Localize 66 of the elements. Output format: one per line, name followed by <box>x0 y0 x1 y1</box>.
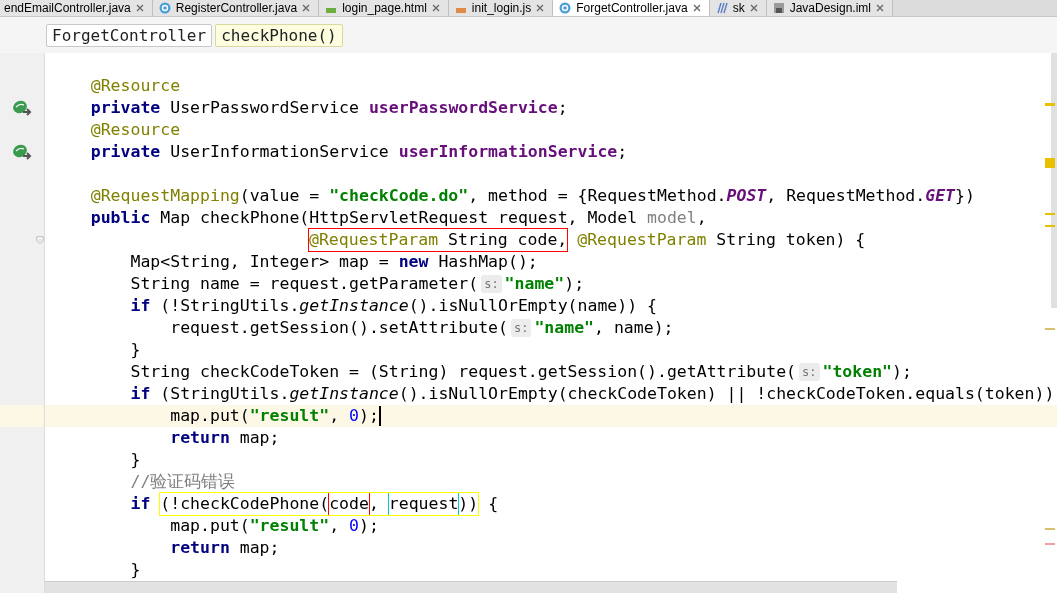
horizontal-scrollbar[interactable] <box>45 581 897 593</box>
code-text: "token"); <box>822 361 912 383</box>
code-text: (!checkCodePhone( <box>160 493 330 515</box>
text-caret <box>378 406 381 426</box>
code-text: if <box>129 493 152 515</box>
code-text: if (StringUtils.getInstance().isNullOrEmpty(checkCodeToken) || !checkCodeToken.equals(token)) <box>129 383 1055 405</box>
class-file-icon <box>158 2 171 14</box>
editor-tab[interactable]: sk <box>709 0 767 16</box>
code-text: map.put("result", 0); <box>169 515 379 537</box>
close-icon[interactable] <box>135 4 144 12</box>
code-text: @RequestParam String code, <box>309 229 568 251</box>
code-text: , <box>368 493 380 515</box>
code-text: public Map checkPhone(HttpServletRequest request, Model model, <box>89 207 707 229</box>
error-stripe-mark[interactable] <box>1045 528 1055 530</box>
parameter-hint: s: <box>481 275 502 293</box>
code-text: @Resource <box>89 75 181 97</box>
editor-tab[interactable]: RegisterController.java <box>152 0 320 16</box>
close-icon[interactable] <box>876 4 884 12</box>
stripes-icon <box>715 2 728 14</box>
code-text: } <box>129 339 141 361</box>
bean-navigation-icon[interactable] <box>12 99 32 117</box>
error-stripe-mark[interactable] <box>1045 158 1055 168</box>
code-text: private UserInformationService userInformationService; <box>89 141 628 163</box>
code-text: "name", name); <box>534 317 674 339</box>
close-icon[interactable] <box>749 4 758 12</box>
code-text: )) <box>458 493 479 515</box>
parameter-hint: s: <box>799 363 820 381</box>
parameter-hint: s: <box>510 319 532 337</box>
code-text: { <box>487 493 499 515</box>
error-stripe-mark[interactable] <box>1045 328 1055 330</box>
error-stripe-mark[interactable] <box>1045 543 1055 545</box>
vertical-scrollbar[interactable] <box>1051 53 1057 308</box>
code-text: @Resource <box>89 119 181 141</box>
code-text: code <box>329 493 369 515</box>
code-text: return map; <box>169 537 280 559</box>
code-text: map.put("result", 0); <box>169 405 379 427</box>
code-text: @RequestMapping(value = "checkCode.do", method = {RequestMethod.POST, RequestMethod.GET}) <box>89 185 975 207</box>
module-file-icon <box>772 2 785 14</box>
code-text: //验证码错误 <box>129 471 236 493</box>
code-text: "name"); <box>504 273 585 295</box>
code-text: } <box>129 449 141 471</box>
editor-tab[interactable]: init_login.js <box>448 0 554 16</box>
close-icon[interactable] <box>302 4 311 12</box>
close-icon[interactable] <box>692 4 701 12</box>
code-text: } <box>129 559 141 581</box>
code-text: String checkCodeToken = (String) request.getSession().getAttribute( <box>129 361 797 383</box>
code-text: request.getSession().setAttribute( <box>169 317 508 339</box>
code-text: private UserPasswordService userPasswordService; <box>89 97 568 119</box>
close-icon[interactable] <box>536 4 545 12</box>
editor-tab[interactable]: ForgetController.java <box>553 0 710 16</box>
close-icon[interactable] <box>431 4 440 12</box>
bean-navigation-icon[interactable] <box>12 143 32 161</box>
code-text: String name = request.getParameter( <box>129 273 479 295</box>
code-text: request <box>388 493 459 515</box>
class-file-icon <box>559 2 572 14</box>
breadcrumb-item[interactable]: ForgetController <box>46 23 213 47</box>
editor-tab[interactable]: endEmailController.java <box>0 0 153 16</box>
editor-tab[interactable]: JavaDesign.iml <box>766 0 893 16</box>
code-text: return map; <box>169 427 280 449</box>
editor-tab[interactable]: login_page.html <box>319 0 449 16</box>
code-text: if (!StringUtils.getInstance().isNullOrEmpty(name)) { <box>129 295 657 317</box>
breadcrumb-item[interactable]: checkPhone() <box>215 23 343 47</box>
error-stripe-mark[interactable] <box>1045 103 1055 106</box>
code-text: Map<String, Integer> map = new HashMap(); <box>129 251 538 273</box>
fold-marker-icon[interactable] <box>36 235 44 245</box>
code-text: @RequestParam String token) { <box>576 229 866 251</box>
